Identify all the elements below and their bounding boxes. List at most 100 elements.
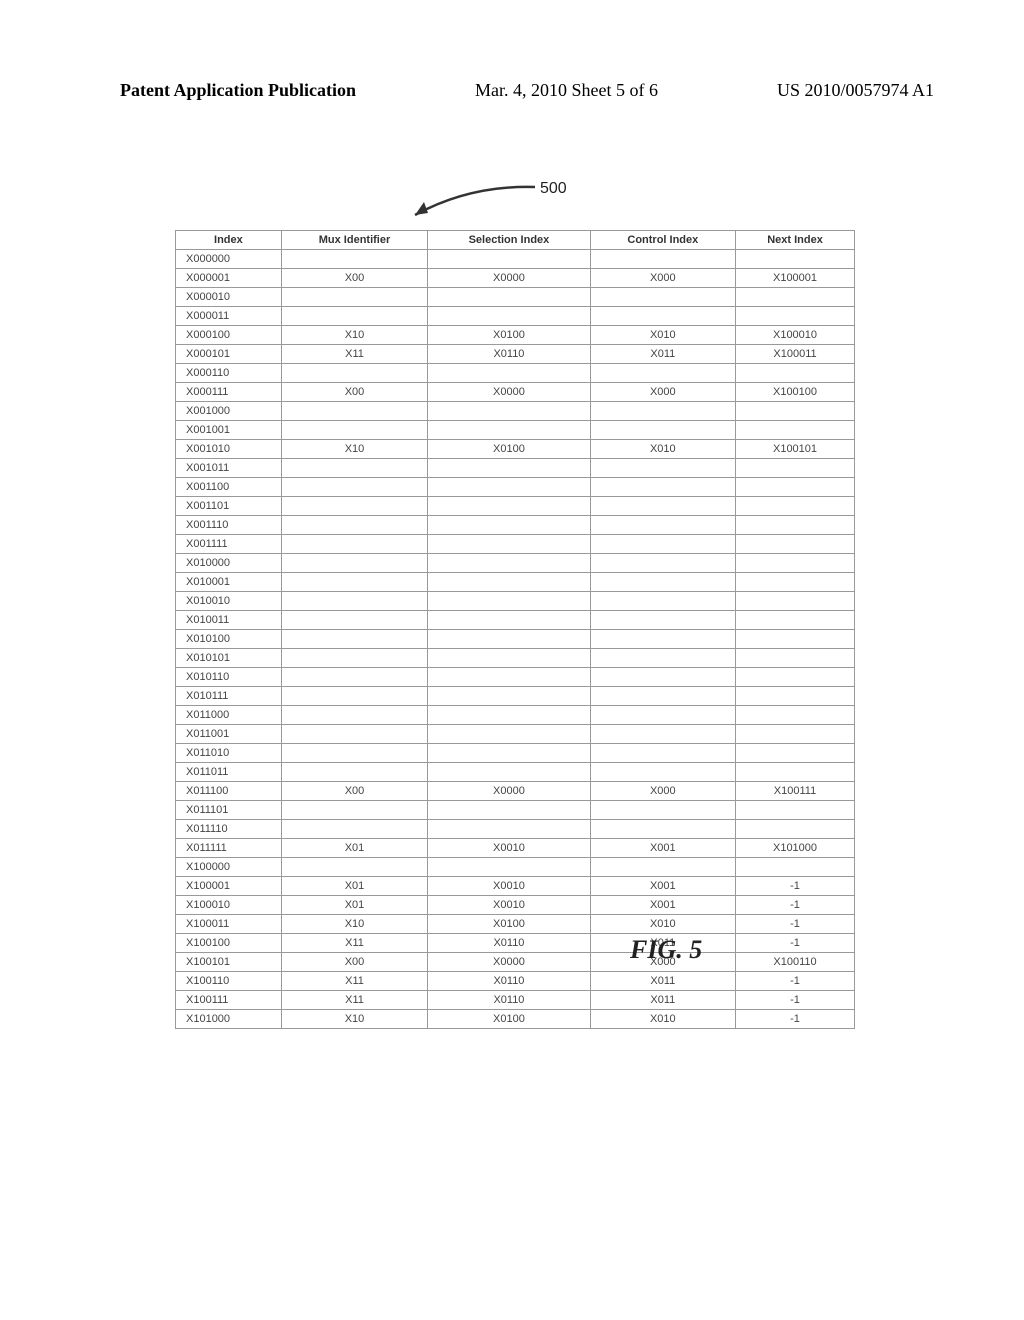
table-cell: -1 (736, 934, 855, 953)
col-selection-index: Selection Index (428, 231, 590, 250)
table-cell: X010100 (176, 630, 282, 649)
table-row: X000001X00X0000X000X100001 (176, 269, 855, 288)
table-cell (281, 744, 427, 763)
table-cell (590, 592, 735, 611)
col-mux-identifier: Mux Identifier (281, 231, 427, 250)
data-table: Index Mux Identifier Selection Index Con… (175, 230, 855, 1029)
table-cell (428, 611, 590, 630)
table-cell (428, 478, 590, 497)
table-cell: X0010 (428, 896, 590, 915)
table-row: X000100X10X0100X010X100010 (176, 326, 855, 345)
table-cell: X011111 (176, 839, 282, 858)
table-cell (281, 649, 427, 668)
table-cell: X000011 (176, 307, 282, 326)
table-cell: X100101 (176, 953, 282, 972)
table-cell (736, 516, 855, 535)
table-cell: X0000 (428, 953, 590, 972)
table-row: X011011 (176, 763, 855, 782)
table-row: X001111 (176, 535, 855, 554)
table-row: X001100 (176, 478, 855, 497)
figure-pointer-arrow (410, 180, 610, 220)
table-cell: X010 (590, 915, 735, 934)
table-row: X010100 (176, 630, 855, 649)
table-cell: -1 (736, 972, 855, 991)
table-cell (590, 288, 735, 307)
table-cell (736, 649, 855, 668)
table-cell (590, 497, 735, 516)
table-cell: X011011 (176, 763, 282, 782)
table-cell (428, 421, 590, 440)
table-cell (281, 554, 427, 573)
table-cell: X0000 (428, 269, 590, 288)
header-right: US 2010/0057974 A1 (777, 80, 934, 101)
table-cell (590, 630, 735, 649)
table-cell (736, 307, 855, 326)
table-cell (590, 820, 735, 839)
table-cell: X100100 (176, 934, 282, 953)
table-row: X010110 (176, 668, 855, 687)
table-row: X101000X10X0100X010-1 (176, 1010, 855, 1029)
table-row: X000111X00X0000X000X100100 (176, 383, 855, 402)
table-cell (590, 421, 735, 440)
table-cell (281, 250, 427, 269)
table-row: X000010 (176, 288, 855, 307)
table-cell: X0110 (428, 934, 590, 953)
table-cell: X00 (281, 953, 427, 972)
table-cell (590, 402, 735, 421)
col-control-index: Control Index (590, 231, 735, 250)
table-cell: -1 (736, 1010, 855, 1029)
table-cell (281, 725, 427, 744)
table-cell (736, 592, 855, 611)
table-cell: X100111 (176, 991, 282, 1010)
table-cell: X0110 (428, 972, 590, 991)
table-cell (281, 858, 427, 877)
table-cell (736, 668, 855, 687)
table-cell: X0010 (428, 839, 590, 858)
table-cell: X100010 (176, 896, 282, 915)
table-row: X011111X01X0010X001X101000 (176, 839, 855, 858)
table-cell (281, 611, 427, 630)
table-cell: -1 (736, 991, 855, 1010)
table-cell (428, 459, 590, 478)
table-cell: X010111 (176, 687, 282, 706)
table-cell (736, 630, 855, 649)
table-cell (428, 535, 590, 554)
table-cell (281, 763, 427, 782)
table-cell: -1 (736, 877, 855, 896)
table-cell: X010 (590, 440, 735, 459)
table-cell (736, 706, 855, 725)
table-cell: X010010 (176, 592, 282, 611)
table-cell (281, 364, 427, 383)
table-cell (590, 307, 735, 326)
table-cell (428, 364, 590, 383)
table-cell: X00 (281, 782, 427, 801)
table-cell (428, 706, 590, 725)
table-cell: X000111 (176, 383, 282, 402)
table-header-row: Index Mux Identifier Selection Index Con… (176, 231, 855, 250)
table-cell: X011100 (176, 782, 282, 801)
table-cell (736, 402, 855, 421)
table-cell (281, 668, 427, 687)
table-cell: X011 (590, 991, 735, 1010)
table-cell (428, 288, 590, 307)
table-row: X000110 (176, 364, 855, 383)
table-cell: X101000 (176, 1010, 282, 1029)
table-cell (736, 364, 855, 383)
table-row: X011000 (176, 706, 855, 725)
table-cell (736, 573, 855, 592)
table-cell: X001111 (176, 535, 282, 554)
table-row: X001110 (176, 516, 855, 535)
table-cell (736, 421, 855, 440)
table-cell: X11 (281, 972, 427, 991)
table-row: X011010 (176, 744, 855, 763)
figure-reference-number: 500 (540, 180, 567, 198)
table-cell: X011101 (176, 801, 282, 820)
table-cell: X010110 (176, 668, 282, 687)
table-cell: X001110 (176, 516, 282, 535)
table-cell (736, 801, 855, 820)
table-cell (281, 402, 427, 421)
table-cell (428, 554, 590, 573)
table-cell: X10 (281, 326, 427, 345)
table-cell: X000100 (176, 326, 282, 345)
table-cell (736, 858, 855, 877)
